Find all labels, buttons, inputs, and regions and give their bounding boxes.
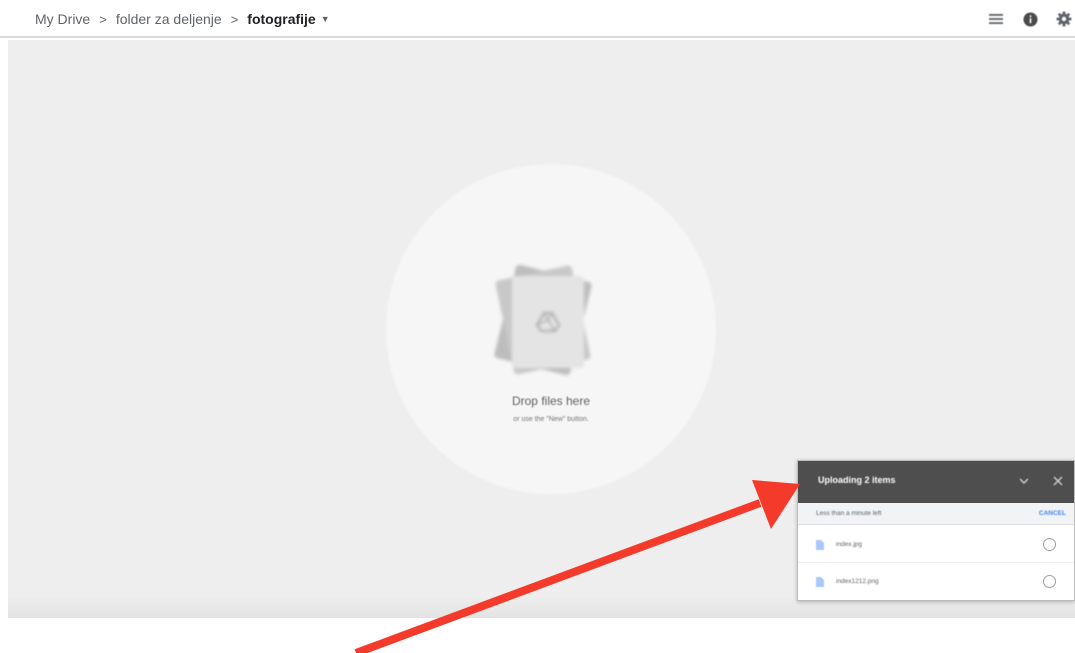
upload-progress-panel: Uploading 2 items Less than a minute lef… <box>797 460 1075 601</box>
settings-icon[interactable] <box>1053 8 1075 30</box>
breadcrumb-item-my-drive[interactable]: My Drive <box>35 11 90 27</box>
upload-file-row[interactable]: index1212.png <box>798 564 1074 600</box>
drop-zone-subtitle: or use the "New" button. <box>513 416 589 423</box>
upload-panel-title: Uploading 2 items <box>818 475 896 485</box>
upload-panel-header: Uploading 2 items <box>798 461 1074 503</box>
upload-time-remaining: Less than a minute left <box>816 510 882 517</box>
image-file-icon <box>816 577 824 587</box>
chevron-right-icon: > <box>230 11 239 27</box>
toolbar-icons <box>973 8 1075 30</box>
upload-progress-spinner-icon <box>1043 575 1056 588</box>
upload-status-bar: Less than a minute left CANCEL <box>798 503 1074 525</box>
top-bar: My Drive > folder za deljenje > fotograf… <box>0 0 1075 38</box>
upload-file-name: index.jpg <box>836 541 863 548</box>
upload-file-name: index1212.png <box>836 578 879 585</box>
close-icon <box>1053 476 1063 486</box>
upload-progress-spinner-icon <box>1043 538 1056 551</box>
breadcrumb-current-folder[interactable]: fotografije <box>247 11 315 27</box>
caret-down-icon[interactable]: ▼ <box>321 14 330 24</box>
minimize-panel-button[interactable] <box>1016 473 1032 489</box>
list-view-icon[interactable] <box>985 8 1007 30</box>
drop-zone-title: Drop files here <box>511 394 591 408</box>
breadcrumb: My Drive > folder za deljenje > fotograf… <box>35 9 330 29</box>
image-file-icon <box>816 540 824 550</box>
close-panel-button[interactable] <box>1050 473 1066 489</box>
upload-file-row[interactable]: index.jpg <box>798 527 1074 563</box>
info-icon[interactable] <box>1019 8 1041 30</box>
breadcrumb-item-folder[interactable]: folder za deljenje <box>116 11 222 27</box>
chevron-down-icon <box>1019 478 1029 484</box>
drop-files-illustration-icon <box>493 263 604 378</box>
chevron-right-icon: > <box>99 11 107 27</box>
cancel-upload-button[interactable]: CANCEL <box>1039 510 1066 517</box>
drive-logo-icon <box>535 312 561 332</box>
